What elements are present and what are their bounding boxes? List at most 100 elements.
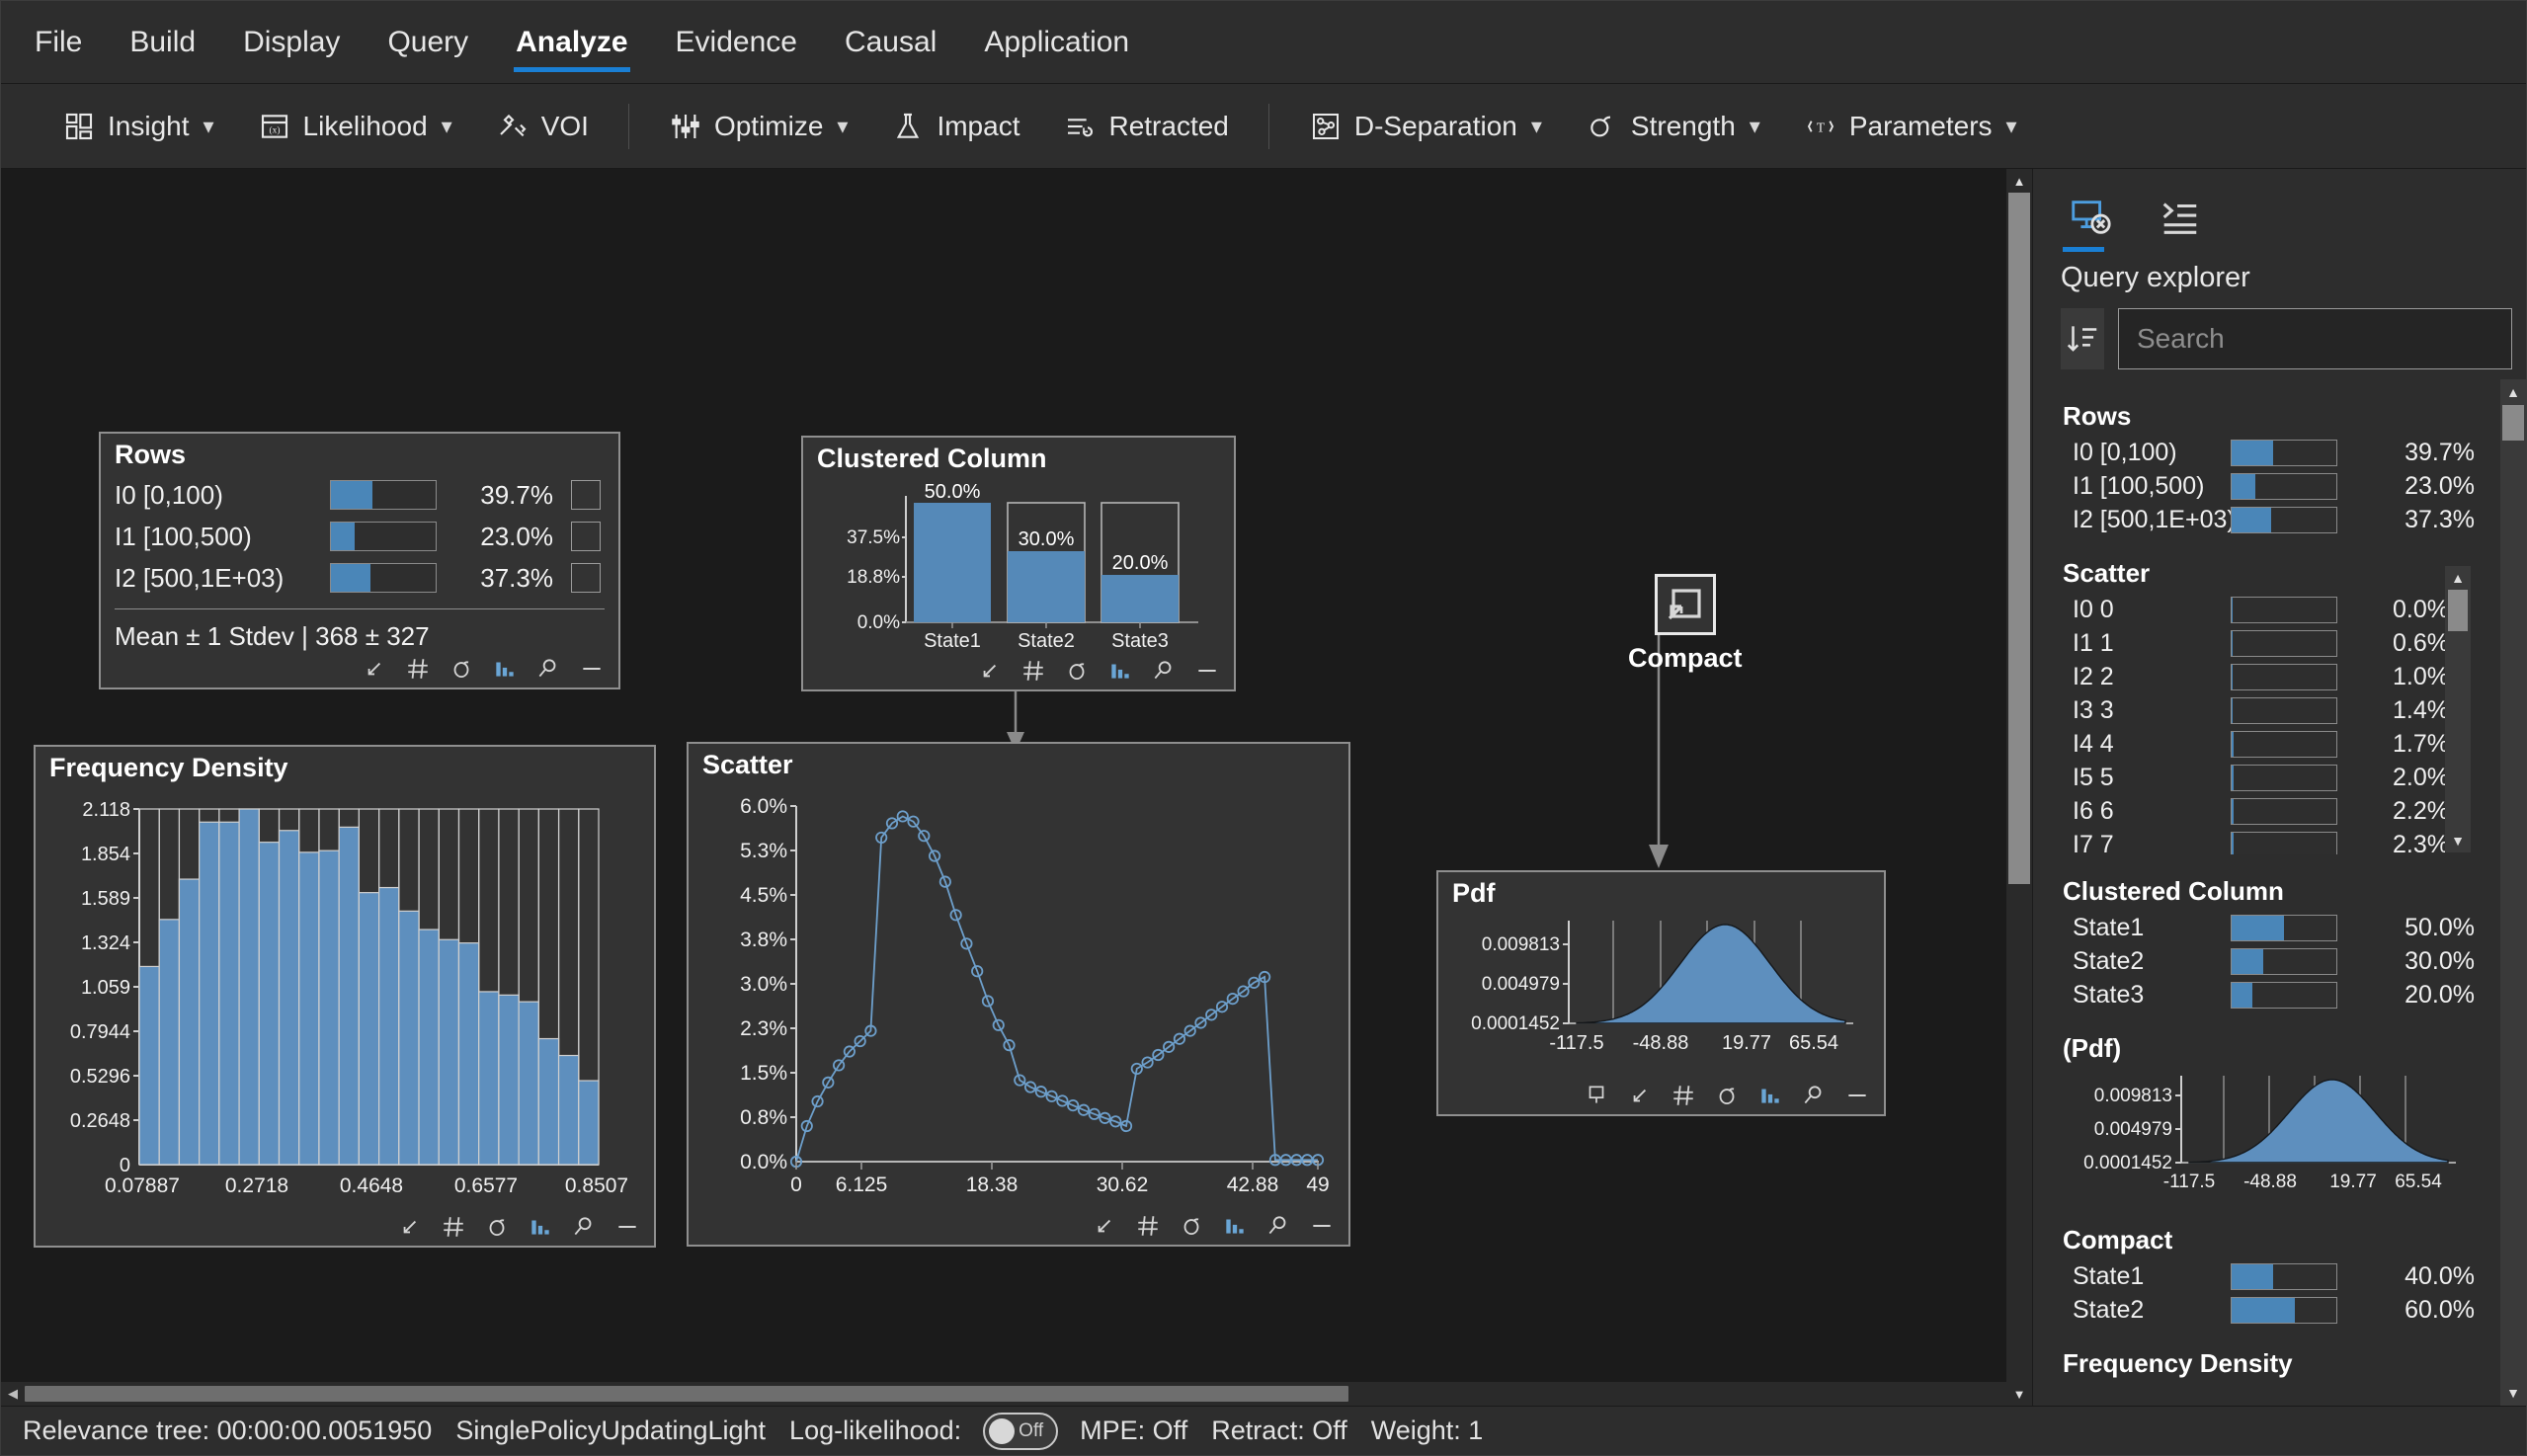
menu-item-application[interactable]: Application [960, 1, 1153, 84]
bar-chart-icon[interactable] [492, 656, 518, 682]
list-item[interactable]: I0 0 0.0% [2061, 593, 2463, 626]
ribbon-button-parameters[interactable]: T Parameters ▾ [1782, 96, 2039, 157]
scroll-down-arrow[interactable]: ▼ [2506, 1380, 2520, 1406]
state-checkbox[interactable] [571, 522, 601, 551]
compact-node-box[interactable] [1654, 574, 1716, 635]
state-checkbox[interactable] [571, 480, 601, 510]
bar-chart-icon[interactable] [528, 1214, 553, 1240]
grid-icon[interactable] [1671, 1083, 1696, 1108]
menu-item-build[interactable]: Build [106, 1, 219, 84]
ribbon-button-d-separation[interactable]: D-Separation ▾ [1287, 96, 1564, 157]
list-item[interactable]: State1 40.0% [2061, 1259, 2488, 1293]
node-scatter[interactable]: Scatter 6.0% 5.3% 4.5% 3.8% 3.0% 2.3% 1.… [687, 742, 1350, 1247]
magnifier-icon[interactable] [1151, 658, 1177, 684]
collapse-icon[interactable] [977, 658, 1003, 684]
magnifier-icon[interactable] [535, 656, 561, 682]
scroll-up-arrow[interactable]: ▲ [2506, 379, 2520, 405]
list-item[interactable]: I6 6 2.2% [2061, 794, 2463, 828]
ribbon-button-voi[interactable]: VOI [474, 96, 611, 157]
menu-item-causal[interactable]: Causal [821, 1, 960, 84]
list-item[interactable]: I0 [0,100) 39.7% [2061, 436, 2488, 469]
state-row[interactable]: I1 [100,500) 23.0% [115, 516, 605, 557]
menu-item-analyze[interactable]: Analyze [492, 1, 651, 84]
list-item[interactable]: I2 [500,1E+03) 37.3% [2061, 503, 2488, 536]
scroll-thumb[interactable] [25, 1386, 1348, 1402]
node-clustered-column[interactable]: Clustered Column 0.0% 18.8% 37.5% 50.0% … [801, 436, 1236, 691]
bar-chart-icon[interactable] [1107, 658, 1133, 684]
list-item[interactable]: State2 60.0% [2061, 1293, 2488, 1327]
node-frequency-density[interactable]: Frequency Density 2.118 1.854 1.589 1.32… [34, 745, 656, 1248]
menu-item-query[interactable]: Query [364, 1, 492, 84]
sigma-icon[interactable] [448, 656, 474, 682]
list-item[interactable]: State3 20.0% [2061, 978, 2488, 1011]
ribbon-button-optimize[interactable]: Optimize ▾ [647, 96, 870, 157]
state-row[interactable]: I2 [500,1E+03) 37.3% [115, 557, 605, 599]
scroll-up-arrow[interactable]: ▲ [2013, 169, 2026, 193]
minimize-icon[interactable] [579, 656, 605, 682]
ribbon-button-likelihood[interactable]: (x) Likelihood ▾ [236, 96, 474, 157]
dock-vertical-scrollbar[interactable]: ▲ ▼ [2006, 169, 2032, 1406]
grid-icon[interactable] [1135, 1213, 1161, 1239]
scroll-left-arrow[interactable]: ◀ [1, 1382, 25, 1406]
sigma-icon[interactable] [1179, 1213, 1204, 1239]
state-row[interactable]: I0 [0,100) 39.7% [115, 474, 605, 516]
list-item[interactable]: I1 1 0.6% [2061, 626, 2463, 660]
list-item[interactable]: I4 4 1.7% [2061, 727, 2463, 761]
scroll-thumb[interactable] [2008, 193, 2030, 884]
sort-button[interactable] [2061, 308, 2104, 369]
ribbon-button-strength[interactable]: Strength ▾ [1564, 96, 1782, 157]
menu-item-evidence[interactable]: Evidence [652, 1, 821, 84]
grid-icon[interactable] [1020, 658, 1046, 684]
scroll-up-arrow[interactable]: ▲ [2451, 566, 2465, 590]
menu-item-file[interactable]: File [11, 1, 106, 84]
panel-vertical-scrollbar[interactable]: ▲ ▼ [2500, 379, 2526, 1406]
search-input[interactable] [2118, 308, 2512, 369]
ribbon-button-insight[interactable]: Insight ▾ [41, 96, 236, 157]
scroll-thumb[interactable] [2448, 590, 2468, 631]
tab-query-explorer[interactable] [2061, 189, 2120, 252]
svg-text:0.0%: 0.0% [740, 1151, 787, 1173]
loglikelihood-toggle[interactable]: Off [983, 1412, 1059, 1450]
scatter-state-list[interactable]: I0 0 0.0% I1 1 0.6% I2 2 1.0% I3 3 1.4% … [2061, 593, 2463, 854]
minimize-icon[interactable] [614, 1214, 640, 1240]
ribbon-button-impact[interactable]: Impact [869, 96, 1041, 157]
ribbon-button-retracted[interactable]: Retracted [1041, 96, 1250, 157]
scroll-thumb[interactable] [2502, 405, 2524, 441]
scroll-down-arrow[interactable]: ▼ [2013, 1382, 2026, 1406]
state-checkbox[interactable] [571, 563, 601, 593]
sigma-icon[interactable] [1064, 658, 1090, 684]
minimize-icon[interactable] [1309, 1213, 1335, 1239]
sigma-icon[interactable] [1714, 1083, 1740, 1108]
sigma-icon[interactable] [484, 1214, 510, 1240]
minimize-icon[interactable] [1194, 658, 1220, 684]
scatter-list-scrollbar[interactable]: ▲ ▼ [2445, 566, 2471, 852]
list-item[interactable]: I7 7 2.3% [2061, 828, 2463, 854]
node-compact[interactable]: Compact [1628, 574, 1743, 674]
list-item[interactable]: I5 5 2.0% [2061, 761, 2463, 794]
magnifier-icon[interactable] [1265, 1213, 1291, 1239]
list-item[interactable]: I3 3 1.4% [2061, 693, 2463, 727]
pin-icon[interactable] [1584, 1083, 1609, 1108]
collapse-icon[interactable] [1092, 1213, 1117, 1239]
grid-icon[interactable] [405, 656, 431, 682]
list-item[interactable]: I1 [100,500) 23.0% [2061, 469, 2488, 503]
node-rows[interactable]: Rows I0 [0,100) 39.7% I1 [100,500) 23.0% [99, 432, 620, 689]
minimize-icon[interactable] [1844, 1083, 1870, 1108]
grid-icon[interactable] [441, 1214, 466, 1240]
scroll-down-arrow[interactable]: ▼ [2451, 829, 2465, 852]
collapse-icon[interactable] [397, 1214, 423, 1240]
list-item[interactable]: State2 30.0% [2061, 944, 2488, 978]
menu-item-display[interactable]: Display [219, 1, 364, 84]
list-item[interactable]: State1 50.0% [2061, 911, 2488, 944]
collapse-icon[interactable] [362, 656, 387, 682]
node-pdf[interactable]: Pdf 0.009813 0.004979 0.0001452 -117.5 -… [1436, 870, 1886, 1116]
magnifier-icon[interactable] [571, 1214, 597, 1240]
tab-script-list[interactable] [2150, 189, 2209, 246]
collapse-icon[interactable] [1627, 1083, 1653, 1108]
bar-chart-icon[interactable] [1222, 1213, 1248, 1239]
list-item[interactable]: I2 2 1.0% [2061, 660, 2463, 693]
network-canvas[interactable]: Rows I0 [0,100) 39.7% I1 [100,500) 23.0% [1, 169, 2032, 1382]
magnifier-icon[interactable] [1801, 1083, 1827, 1108]
bar-chart-icon[interactable] [1757, 1083, 1783, 1108]
canvas-horizontal-scrollbar[interactable]: ◀ ▶ [1, 1382, 2032, 1406]
